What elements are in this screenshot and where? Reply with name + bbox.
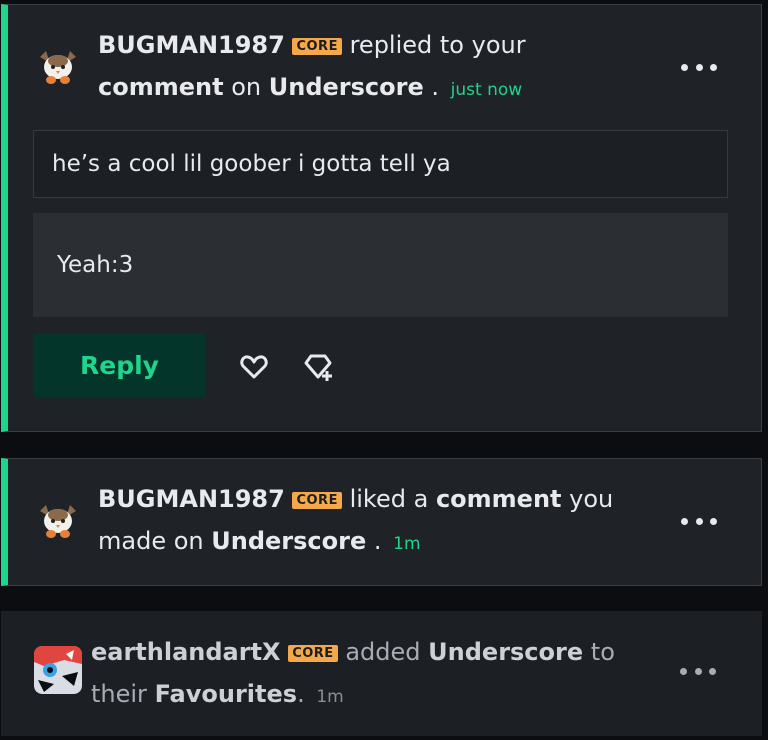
more-options-button[interactable] (679, 57, 719, 77)
notification-card-favourite[interactable]: earthlandartX CORE added Underscore to t… (1, 611, 762, 736)
target-link[interactable]: Underscore (269, 73, 424, 101)
timestamp: just now (450, 80, 523, 100)
core-badge: CORE (288, 645, 338, 662)
username-link[interactable]: BUGMAN1987 (98, 31, 285, 59)
more-options-button[interactable] (679, 511, 719, 531)
reply-text: Yeah:3 (33, 213, 728, 317)
more-horizontal-icon (680, 667, 687, 675)
gem-plus-icon (304, 354, 332, 381)
user-avatar[interactable] (34, 646, 82, 694)
timestamp: 1m (316, 687, 344, 707)
comment-link[interactable]: comment (98, 73, 224, 101)
target-link[interactable]: Underscore (428, 638, 583, 666)
username-link[interactable]: BUGMAN1987 (98, 485, 285, 513)
notification-card-like[interactable]: BUGMAN1987 CORE liked a comment you made… (1, 458, 762, 586)
username-link[interactable]: earthlandartX (91, 638, 281, 666)
gift-gem-button[interactable] (302, 351, 334, 383)
more-horizontal-icon (681, 517, 688, 525)
notification-text: earthlandartX CORE added Underscore to t… (91, 631, 652, 718)
core-badge: CORE (292, 38, 342, 55)
sentence-end: . (431, 73, 440, 101)
owl-avatar-icon (34, 43, 82, 91)
user-avatar[interactable] (34, 43, 82, 91)
connector-text: on (231, 73, 262, 101)
like-button[interactable] (238, 351, 270, 383)
quoted-comment: he’s a cool lil goober i gotta tell ya (33, 130, 728, 198)
sentence-end: . (373, 527, 382, 555)
more-horizontal-icon (681, 63, 688, 71)
action-text: liked a (349, 485, 429, 513)
character-avatar-icon (34, 646, 82, 694)
action-text: added (345, 638, 421, 666)
user-avatar[interactable] (34, 497, 82, 545)
sentence-end: . (297, 680, 305, 708)
more-options-button[interactable] (678, 661, 718, 681)
notification-text: BUGMAN1987 CORE liked a comment you made… (98, 478, 651, 565)
notification-text: BUGMAN1987 CORE replied to your comment … (98, 24, 651, 111)
action-text: replied to your (349, 31, 526, 59)
timestamp: 1m (393, 534, 421, 554)
reply-button[interactable]: Reply (33, 333, 206, 397)
target-link[interactable]: Underscore (211, 527, 366, 555)
comment-link[interactable]: comment (436, 485, 562, 513)
heart-icon (240, 355, 268, 379)
core-badge: CORE (292, 492, 342, 509)
owl-avatar-icon (34, 497, 82, 545)
notification-card-reply[interactable]: BUGMAN1987 CORE replied to your comment … (1, 4, 762, 432)
favourites-link[interactable]: Favourites (155, 680, 298, 708)
